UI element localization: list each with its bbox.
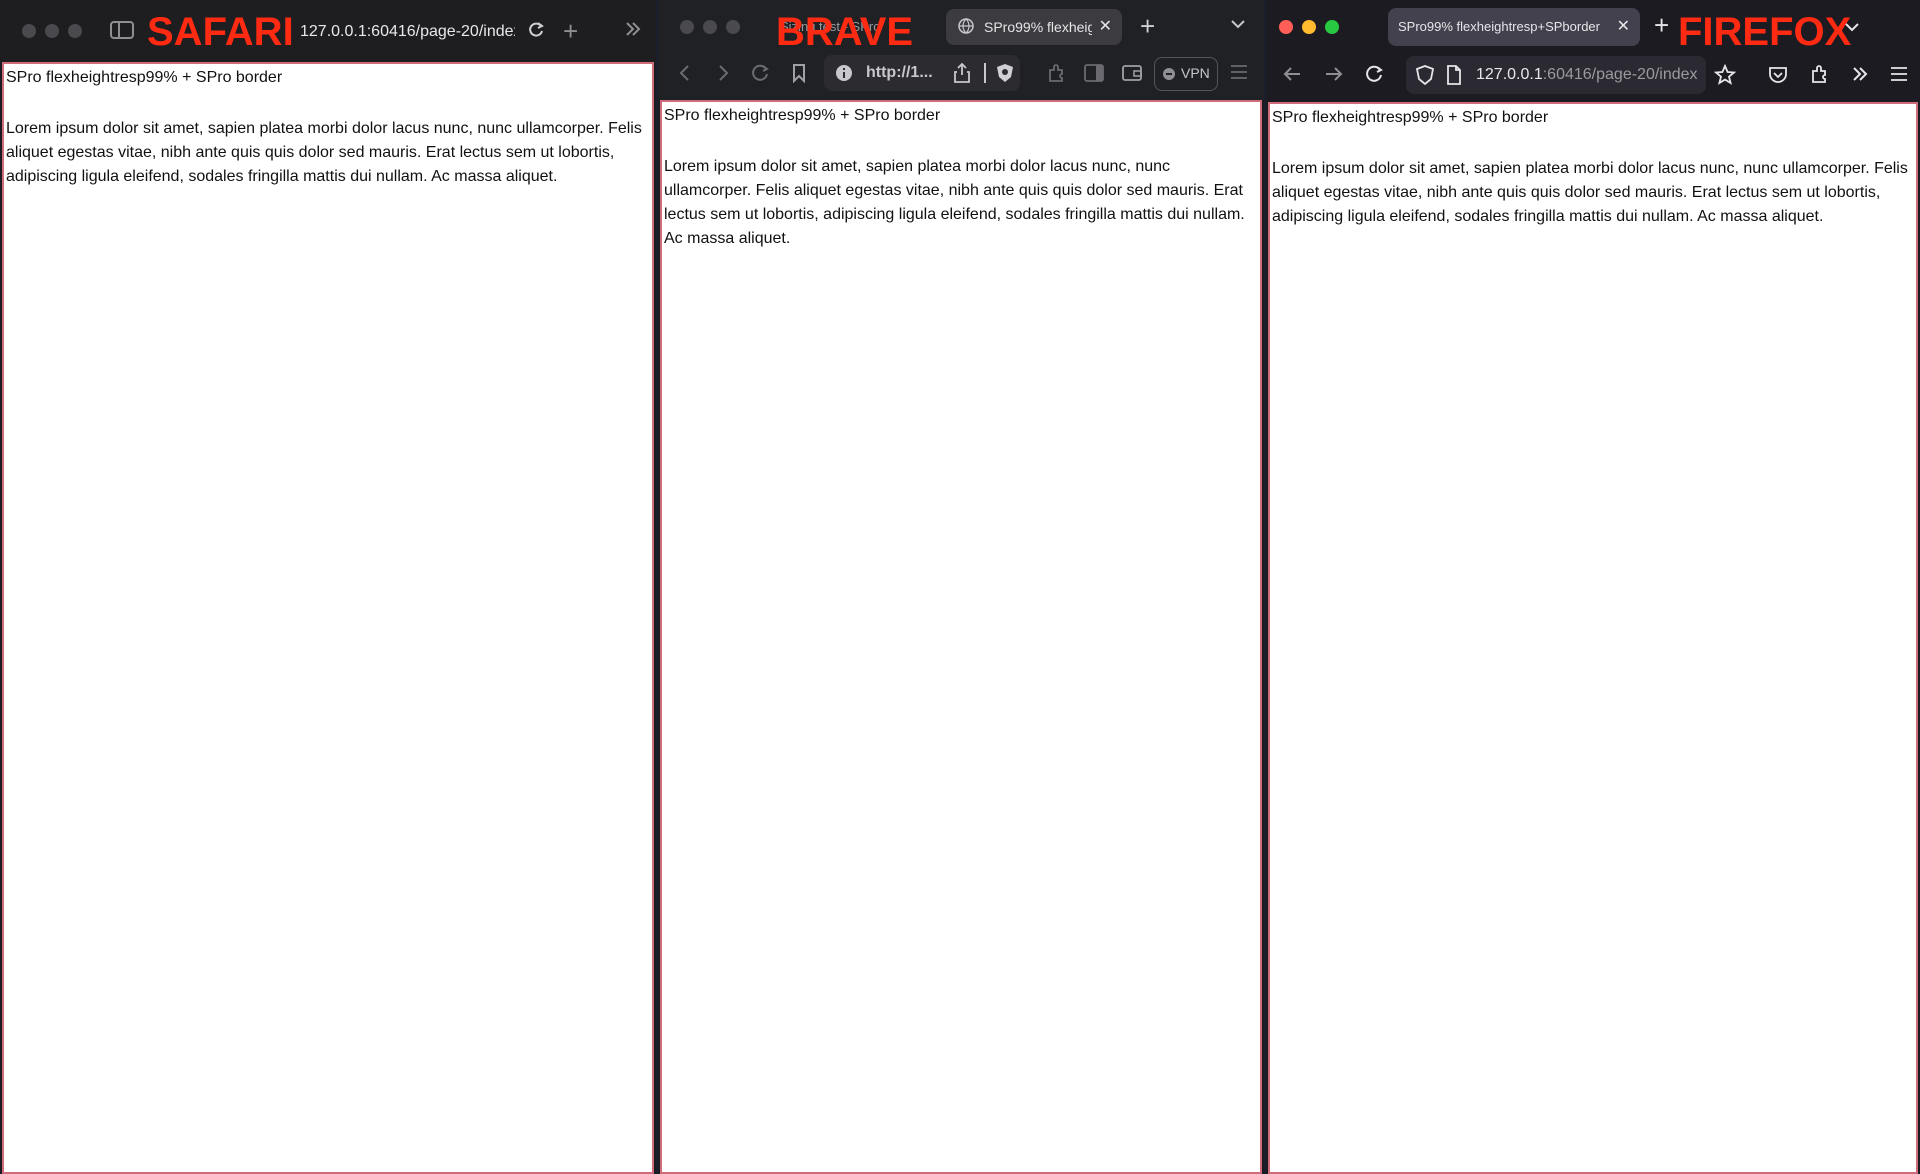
tab-list-chevron-icon[interactable] bbox=[1844, 21, 1860, 33]
minimize-window-button[interactable] bbox=[45, 24, 59, 38]
page-paragraph: Lorem ipsum dolor sit amet, sapien plate… bbox=[1272, 160, 1908, 225]
menu-icon[interactable] bbox=[1890, 66, 1908, 82]
extensions-icon[interactable] bbox=[1809, 64, 1829, 84]
brave-window: Sizing test - SPro BRAVE SPro99% flexhei… bbox=[658, 0, 1264, 1174]
close-window-button[interactable] bbox=[680, 20, 694, 34]
new-tab-icon[interactable]: + bbox=[1140, 13, 1155, 39]
reload-icon[interactable] bbox=[527, 21, 545, 39]
close-tab-icon[interactable]: ✕ bbox=[1099, 16, 1112, 36]
sidebar-icon[interactable] bbox=[1084, 64, 1104, 82]
tracking-protection-shield-icon[interactable] bbox=[1416, 65, 1434, 85]
menu-icon[interactable] bbox=[1230, 64, 1248, 80]
address-bar[interactable]: 127.0.0.1:60416/page-20/index... bbox=[1406, 56, 1706, 94]
zoom-window-button[interactable] bbox=[726, 20, 740, 34]
safari-window: SAFARI 127.0.0.1:60416/page-20/index + S… bbox=[0, 0, 656, 1174]
reload-icon[interactable] bbox=[750, 63, 770, 83]
page-viewport: SPro flexheightresp99% + SPro border Lor… bbox=[2, 62, 654, 1174]
back-icon[interactable] bbox=[1282, 66, 1302, 82]
forward-icon[interactable] bbox=[716, 64, 730, 82]
brave-shields-icon[interactable] bbox=[996, 63, 1014, 83]
page-heading: SPro flexheightresp99% + SPro border bbox=[1272, 109, 1549, 126]
safari-toolbar: SAFARI 127.0.0.1:60416/page-20/index + bbox=[0, 0, 656, 62]
forward-icon[interactable] bbox=[1324, 66, 1344, 82]
share-icon[interactable] bbox=[954, 63, 970, 83]
bookmark-star-icon[interactable] bbox=[1714, 64, 1736, 86]
close-window-button[interactable] bbox=[22, 24, 36, 38]
tab-active[interactable]: SPro99% flexheightresp+SPborder ✕ bbox=[1388, 8, 1640, 46]
wallet-icon[interactable] bbox=[1122, 64, 1142, 82]
minimize-window-button[interactable] bbox=[1302, 20, 1316, 34]
tab-title: SPro99% flexheightresp+SPborder bbox=[1398, 19, 1600, 34]
overflow-chevron-icon[interactable] bbox=[1851, 66, 1869, 82]
firefox-window: SPro99% flexheightresp+SPborder ✕ + FIRE… bbox=[1266, 0, 1920, 1174]
page-paragraph: Lorem ipsum dolor sit amet, sapien plate… bbox=[664, 158, 1245, 247]
address-bar[interactable]: 127.0.0.1:60416/page-20/index bbox=[300, 23, 515, 41]
vpn-button[interactable]: VPN bbox=[1154, 57, 1218, 91]
divider bbox=[984, 63, 986, 83]
url-path: :60416/page-20/index... bbox=[1542, 66, 1698, 83]
page-heading: SPro flexheightresp99% + SPro border bbox=[6, 69, 283, 86]
tab-active[interactable]: SPro99% flexheightresp+SPborder ✕ bbox=[946, 9, 1122, 45]
zoom-window-button[interactable] bbox=[68, 24, 82, 38]
bookmark-icon[interactable] bbox=[792, 63, 806, 83]
more-tabs-chevron-icon[interactable] bbox=[624, 20, 642, 38]
page-heading: SPro flexheightresp99% + SPro border bbox=[664, 107, 941, 124]
tab-title: SPro99% flexheightresp+SPborder bbox=[984, 19, 1092, 35]
new-tab-icon[interactable]: + bbox=[563, 18, 578, 44]
page-viewport: SPro flexheightresp99% + SPro border Lor… bbox=[1268, 102, 1918, 1174]
vpn-label: VPN bbox=[1181, 65, 1210, 81]
minimize-window-button[interactable] bbox=[703, 20, 717, 34]
page-viewport: SPro flexheightresp99% + SPro border Lor… bbox=[660, 100, 1262, 1174]
firefox-toolbar: SPro99% flexheightresp+SPborder ✕ + FIRE… bbox=[1266, 0, 1920, 102]
page-icon[interactable] bbox=[1446, 65, 1462, 85]
reload-icon[interactable] bbox=[1364, 64, 1384, 84]
brave-toolbar: Sizing test - SPro BRAVE SPro99% flexhei… bbox=[658, 0, 1264, 100]
browser-brand-label: SAFARI bbox=[147, 10, 294, 54]
back-icon[interactable] bbox=[678, 64, 692, 82]
browser-brand-label: FIREFOX bbox=[1678, 10, 1852, 54]
tab-list-chevron-icon[interactable] bbox=[1230, 18, 1246, 30]
close-window-button[interactable] bbox=[1279, 20, 1293, 34]
address-bar[interactable]: http://1... bbox=[824, 55, 1020, 91]
url-text: 127.0.0.1:60416/page-20/index... bbox=[1476, 66, 1698, 84]
page-paragraph: Lorem ipsum dolor sit amet, sapien plate… bbox=[6, 120, 642, 185]
vpn-status-icon bbox=[1163, 68, 1175, 80]
globe-icon bbox=[958, 18, 974, 34]
extensions-icon[interactable] bbox=[1046, 63, 1066, 83]
url-host: 127.0.0.1 bbox=[1476, 66, 1543, 83]
url-text: http://1... bbox=[866, 64, 933, 81]
sidebar-toggle-icon[interactable] bbox=[110, 20, 134, 40]
close-tab-icon[interactable]: ✕ bbox=[1617, 16, 1630, 36]
zoom-window-button[interactable] bbox=[1325, 20, 1339, 34]
info-icon[interactable] bbox=[836, 65, 852, 81]
new-tab-icon[interactable]: + bbox=[1654, 12, 1669, 38]
pocket-icon[interactable] bbox=[1768, 66, 1788, 84]
browser-brand-label: BRAVE bbox=[776, 10, 914, 54]
